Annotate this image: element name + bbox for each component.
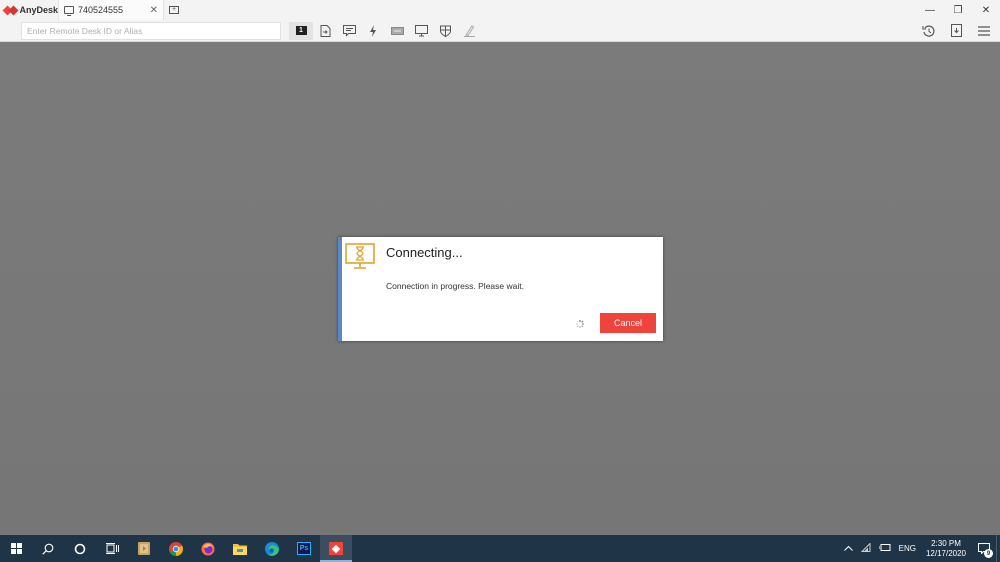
anydesk-taskbar-icon xyxy=(329,542,343,555)
menu-icon xyxy=(978,25,990,36)
system-tray: ENG 2:30 PM 12/17/2020 9 xyxy=(840,535,1000,562)
main-menu-button[interactable] xyxy=(970,21,998,41)
title-bar: AnyDesk 740524555 ✕ + — ❐ ✕ xyxy=(0,0,1000,20)
media-player-icon xyxy=(138,542,150,555)
battery-button[interactable] xyxy=(875,544,895,553)
clock-date: 12/17/2020 xyxy=(925,548,966,558)
anydesk-logo-icon xyxy=(2,5,19,15)
keyboard-icon xyxy=(390,26,404,35)
actions-button[interactable] xyxy=(361,22,385,40)
history-button[interactable] xyxy=(914,21,942,41)
whiteboard-icon xyxy=(463,24,475,37)
tab-session[interactable]: 740524555 ✕ xyxy=(58,0,164,20)
photoshop-icon: Ps xyxy=(297,542,311,555)
app-brand: AnyDesk xyxy=(0,0,58,20)
chrome-icon xyxy=(169,541,183,556)
clock[interactable]: 2:30 PM 12/17/2020 xyxy=(920,539,972,559)
notification-count-badge: 9 xyxy=(984,549,993,558)
file-explorer-icon xyxy=(233,543,247,555)
download-icon xyxy=(950,24,962,37)
remote-id-input[interactable]: Enter Remote Desk ID or Alias xyxy=(21,21,281,40)
dialog-title: Connecting... xyxy=(386,245,463,260)
search-icon xyxy=(42,543,54,555)
actions-icon xyxy=(370,24,376,37)
display-button[interactable] xyxy=(409,22,433,40)
chat-icon xyxy=(342,24,356,37)
history-icon xyxy=(922,25,935,37)
cortana-button[interactable] xyxy=(64,535,96,562)
restore-button[interactable]: ❐ xyxy=(944,0,972,20)
whiteboard-button[interactable] xyxy=(457,22,481,40)
chat-button[interactable] xyxy=(337,22,361,40)
clock-time: 2:30 PM xyxy=(931,538,961,548)
permissions-icon xyxy=(439,25,451,37)
show-desktop-button[interactable] xyxy=(996,535,1000,562)
file-transfer-button[interactable] xyxy=(313,22,337,40)
loading-spinner-icon xyxy=(576,320,584,328)
app-name: AnyDesk xyxy=(19,5,58,15)
file-transfer-icon xyxy=(320,24,330,37)
wifi-icon xyxy=(860,542,871,552)
monitor-number-badge: 1 xyxy=(295,26,307,35)
dialog-message: Connection in progress. Please wait. xyxy=(386,281,524,291)
task-view-button[interactable] xyxy=(96,535,128,562)
cortana-icon xyxy=(74,543,86,554)
close-window-button[interactable]: ✕ xyxy=(972,0,1000,20)
tab-label: 740524555 xyxy=(78,5,124,15)
start-button[interactable] xyxy=(0,535,32,562)
minimize-button[interactable]: — xyxy=(916,0,944,20)
hourglass-monitor-icon xyxy=(345,243,375,269)
show-hidden-icons-button[interactable] xyxy=(840,544,857,553)
permissions-button[interactable] xyxy=(433,22,457,40)
monitor-select-button[interactable]: 1 xyxy=(289,21,313,40)
cancel-button[interactable]: Cancel xyxy=(600,313,656,333)
keyboard-button[interactable] xyxy=(385,22,409,40)
display-icon xyxy=(414,24,428,36)
windows-logo-icon xyxy=(10,543,22,554)
taskbar-file-explorer[interactable] xyxy=(224,535,256,562)
language-indicator[interactable]: ENG xyxy=(895,544,920,553)
taskbar-edge[interactable] xyxy=(256,535,288,562)
connecting-dialog: Connecting... Connection in progress. Pl… xyxy=(338,237,663,341)
edge-icon xyxy=(265,541,279,556)
action-center-button[interactable]: 9 xyxy=(972,535,996,562)
toolbar: Enter Remote Desk ID or Alias 1 xyxy=(0,20,1000,42)
taskbar-anydesk[interactable] xyxy=(320,535,352,562)
search-button[interactable] xyxy=(32,535,64,562)
taskbar-chrome[interactable] xyxy=(160,535,192,562)
new-tab-button[interactable]: + xyxy=(164,0,184,20)
chevron-up-icon xyxy=(843,545,853,551)
battery-icon xyxy=(878,544,891,551)
taskbar-firefox[interactable] xyxy=(192,535,224,562)
task-view-icon xyxy=(105,543,119,554)
taskbar-photoshop[interactable]: Ps xyxy=(288,535,320,562)
network-button[interactable] xyxy=(857,542,875,554)
download-button[interactable] xyxy=(942,21,970,41)
taskbar-media-player[interactable] xyxy=(128,535,160,562)
close-tab-button[interactable]: ✕ xyxy=(150,5,158,16)
windows-taskbar: Ps ENG 2:30 PM 12/17/2020 9 xyxy=(0,535,1000,562)
firefox-icon xyxy=(201,542,215,555)
photoshop-label: Ps xyxy=(299,545,309,552)
add-session-icon: + xyxy=(169,6,179,14)
monitor-icon xyxy=(64,6,74,16)
